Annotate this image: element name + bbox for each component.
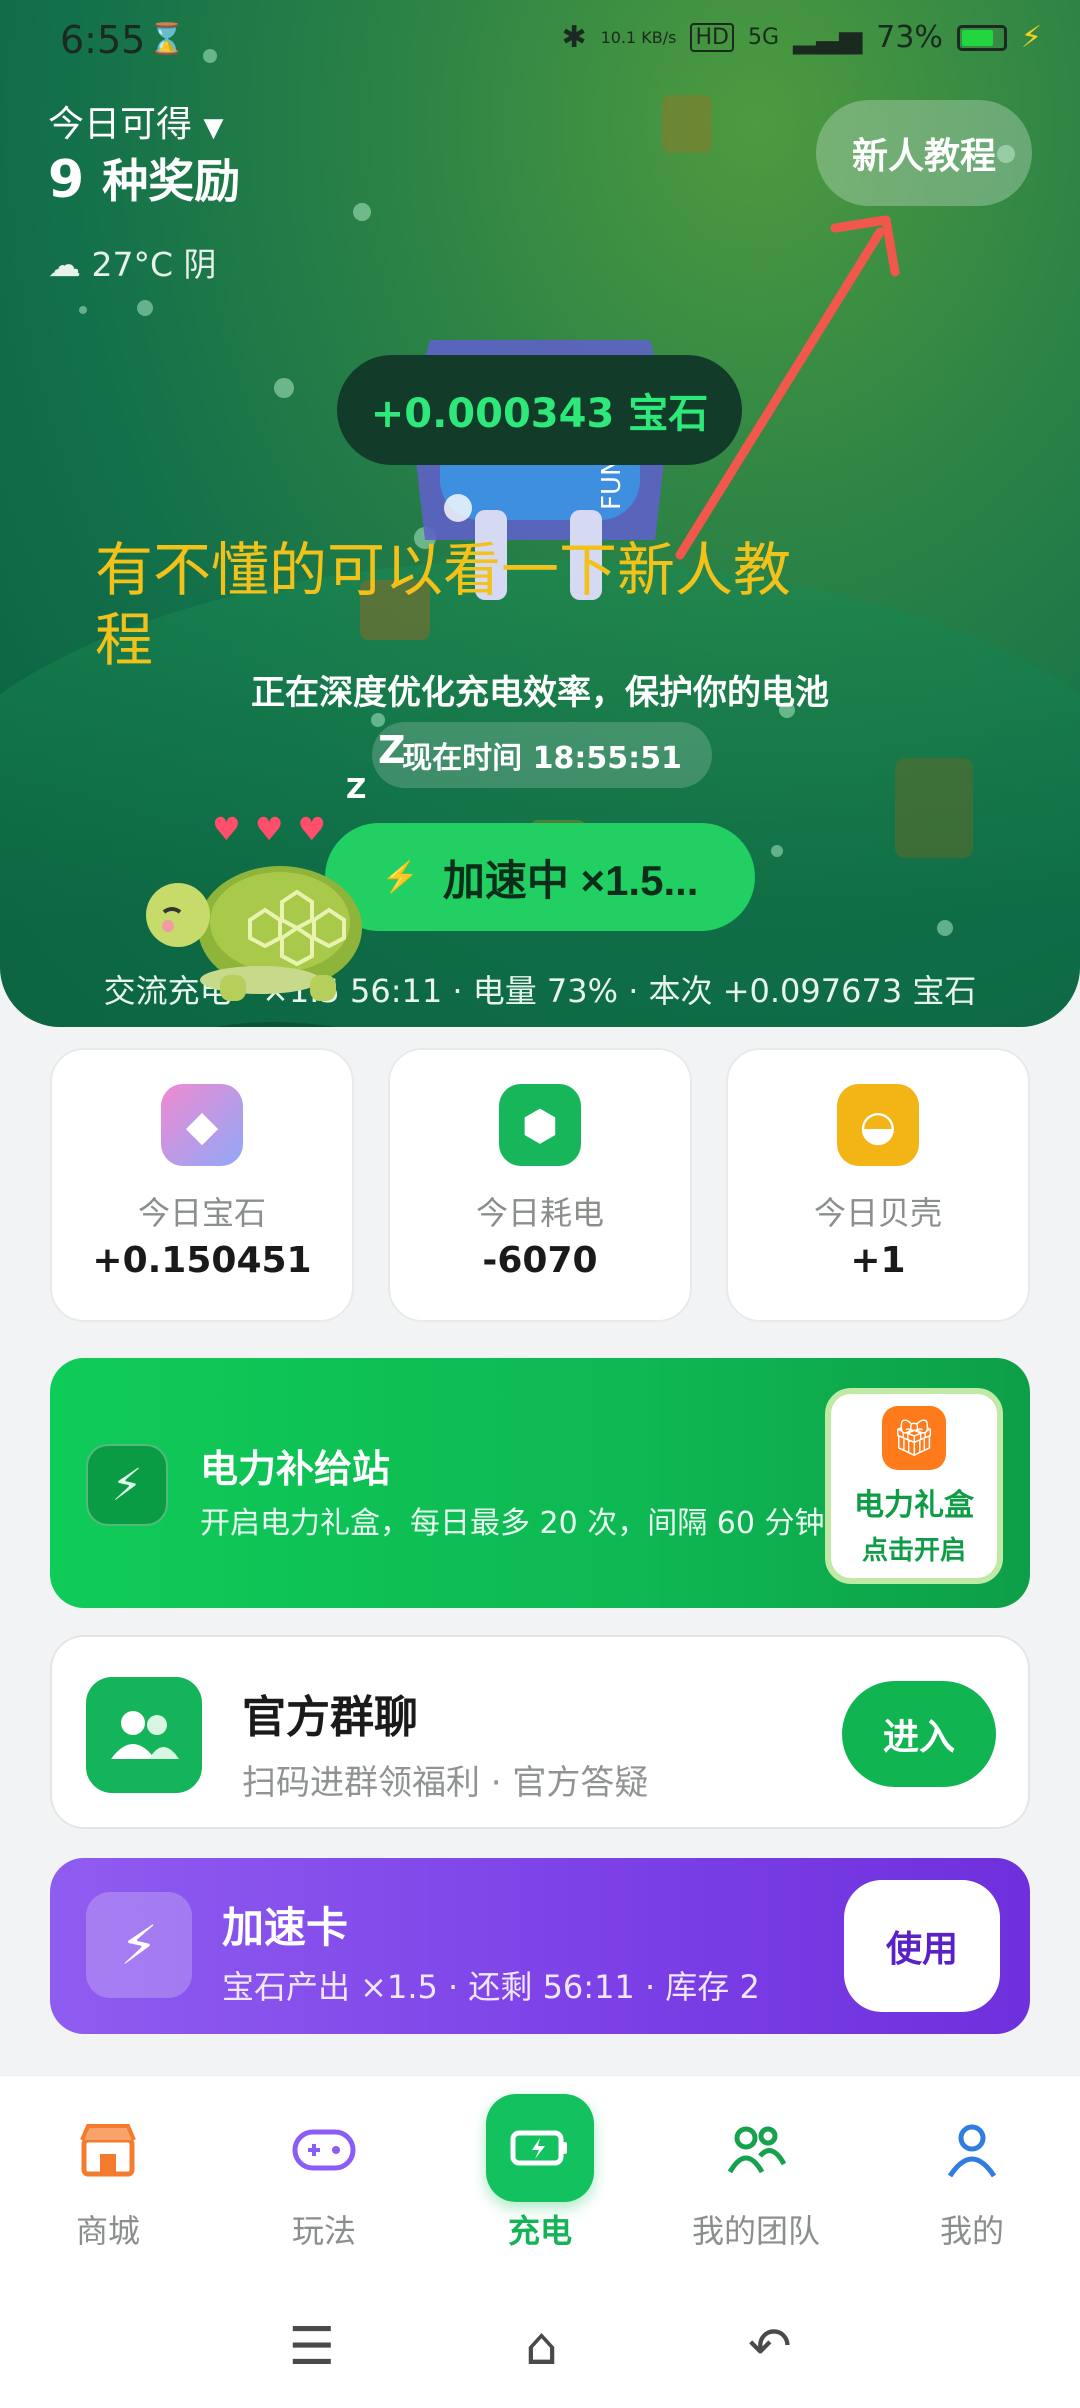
nav-label: 充电 [507,2212,572,2250]
speed-up-button[interactable]: ⚡ 加速中 ×1.5... [325,823,755,931]
cloud-icon: ☁ [48,245,81,284]
back-icon[interactable]: ↶ [748,2317,792,2377]
charge-icon [486,2094,594,2202]
power-station-card[interactable]: ⚡ 电力补给站 开启电力礼盒，每日最多 20 次，间隔 60 分钟 🎁︎ 电力礼… [50,1358,1030,1608]
net-speed: 10.1 KB/s [600,27,677,47]
battery-percent: 73% [876,20,943,55]
hero-panel: 6:55 ⌛ ✱ 10.1 KB/s HD 5G ▂▃▅ 73% ⚡ 今日可得 … [0,0,1080,1027]
nav-item-team[interactable]: 我的团队 [648,2076,864,2285]
today-dropdown[interactable]: 今日可得 ▼ [48,95,223,147]
gamepad-icon [292,2118,356,2182]
official-group-card[interactable]: 官方群聊 扫码进群领福利 · 官方答疑 进入 [50,1635,1030,1829]
group-title: 官方群聊 [242,1692,418,1743]
status-time: 6:55 [60,18,146,62]
bottom-nav: 商城 玩法 充电 我的团队 我的 [0,2075,1080,2285]
weather: ☁ 27°C 阴 [48,238,217,286]
diamond-icon: ◆ [161,1084,243,1166]
battery-icon [956,24,1007,51]
boost-title: 加速卡 [222,1903,349,1952]
nav-item-charge[interactable]: 充电 [432,2076,648,2285]
stat-label: 今日贝壳 [813,1194,942,1232]
today-label: 今日可得 [48,104,193,145]
status-indicators: ✱ 10.1 KB/s HD 5G ▂▃▅ 73% ⚡ [561,20,1042,55]
status-bar: 6:55 ⌛ ✱ 10.1 KB/s HD 5G ▂▃▅ 73% ⚡ [0,0,1080,84]
nav-item-profile[interactable]: 我的 [864,2076,1080,2285]
tutorial-button[interactable]: 新人教程 [816,100,1032,206]
system-nav-bar: ☰ ⌂ ↶ [0,2285,1080,2408]
bluetooth-icon: ✱ [561,20,587,55]
reward-number: 9 [48,150,85,210]
gift-icon: 🎁︎ [882,1405,946,1470]
use-boost-button[interactable]: 使用 [844,1880,1000,2012]
boost-desc: 宝石产出 ×1.5 · 还剩 56:11 · 库存 2 [222,1968,760,2006]
profile-icon [940,2118,1004,2182]
gem-earned-pill: +0.000343 宝石 [337,355,742,465]
shell-icon: ◒ [837,1084,919,1166]
stat-value: -6070 [482,1240,598,1281]
station-title: 电力补给站 [200,1447,391,1491]
hd-icon: HD [690,23,734,52]
gift-action: 点击开启 [861,1535,966,1566]
signal-icon: ▂▃▅ [793,20,863,55]
enter-group-button[interactable]: 进入 [842,1681,996,1787]
signal-label: 5G [747,25,780,50]
lightning-icon: ⚡ [86,1444,168,1526]
optimize-status: 正在深度优化充电效率，保护你的电池 [251,673,829,713]
stat-card-power[interactable]: ⬢ 今日耗电 -6070 [388,1048,692,1322]
caret-down-icon: ▼ [203,113,224,143]
nav-label: 玩法 [291,2212,356,2250]
speed-up-label: 加速中 ×1.5... [442,856,699,904]
nav-label: 我的团队 [691,2212,820,2250]
stat-value: +1 [850,1240,906,1281]
stat-label: 今日宝石 [137,1194,266,1232]
weather-text: 27°C 阴 [91,245,217,284]
stat-card-shells[interactable]: ◒ 今日贝壳 +1 [726,1048,1030,1322]
current-time-pill: 现在时间 18:55:51 [372,722,712,788]
stat-value: +0.150451 [92,1240,312,1281]
nav-label: 我的 [939,2212,1004,2250]
nav-item-store[interactable]: 商城 [0,2076,216,2285]
station-desc: 开启电力礼盒，每日最多 20 次，间隔 60 分钟 [200,1506,825,1541]
gift-box-button[interactable]: 🎁︎ 电力礼盒 点击开启 [825,1388,1003,1584]
lightning-icon: ⚡ [381,860,419,894]
team-icon [724,2118,788,2182]
hourglass-icon: ⌛ [148,22,186,57]
heart-icon: ♥ [212,810,241,848]
sleep-z-small-icon: Z [346,772,367,805]
reward-unit: 种奖励 [102,154,241,208]
group-desc: 扫码进群领福利 · 官方答疑 [242,1763,649,1803]
charging-icon: ⚡ [1020,20,1042,55]
store-icon [76,2118,140,2182]
stat-label: 今日耗电 [475,1194,604,1232]
heart-icon: ♥ [297,810,327,848]
lightning-icon: ⚡ [86,1892,192,1998]
stat-card-gems[interactable]: ◆ 今日宝石 +0.150451 [50,1048,354,1322]
boost-card[interactable]: ⚡ 加速卡 宝石产出 ×1.5 · 还剩 56:11 · 库存 2 使用 [50,1858,1030,2034]
tutorial-annotation: 有不懂的可以看一下新人教程 [95,536,792,674]
users-icon [111,1711,179,1759]
gift-title: 电力礼盒 [854,1487,974,1523]
reward-count: 9 种奖励 [48,145,240,211]
turtle-mascot[interactable]: ♥ ♥ ♥ [140,810,380,1027]
crystal-icon: ⬢ [499,1084,581,1166]
sleep-z-icon: Z [378,728,406,772]
group-users-icon [86,1677,202,1793]
nav-label: 商城 [75,2212,140,2250]
menu-icon[interactable]: ☰ [288,2317,335,2377]
home-icon[interactable]: ⌂ [525,2317,558,2377]
heart-icon: ♥ [254,810,284,848]
nav-item-gameplay[interactable]: 玩法 [216,2076,432,2285]
